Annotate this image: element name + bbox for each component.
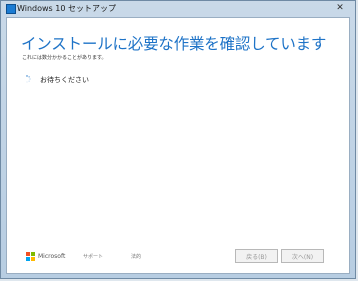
support-link[interactable]: サポート	[83, 253, 103, 260]
back-button[interactable]: 戻る(B)	[235, 249, 278, 263]
setup-content: インストールに必要な作業を確認しています これには数分かかることがあります。 お…	[6, 17, 350, 274]
windows-setup-icon	[6, 4, 16, 14]
microsoft-logo-icon	[26, 252, 35, 261]
title-bar[interactable]: Windows 10 セットアップ ✕	[1, 1, 355, 17]
page-description: これには数分かかることがあります。	[22, 55, 107, 61]
legal-link[interactable]: 法的	[131, 253, 141, 260]
window-title: Windows 10 セットアップ	[17, 4, 116, 13]
footer: Microsoft サポート 法的 戻る(B) 次へ(N)	[7, 243, 349, 273]
close-button[interactable]: ✕	[331, 2, 349, 14]
next-button[interactable]: 次へ(N)	[281, 249, 324, 263]
loading-spinner-icon	[26, 75, 31, 83]
status-text: お待ちください	[40, 76, 89, 84]
page-title: インストールに必要な作業を確認しています	[21, 35, 327, 53]
microsoft-brand: Microsoft	[38, 253, 66, 260]
setup-window: Windows 10 セットアップ ✕ インストールに必要な作業を確認しています…	[0, 0, 356, 279]
